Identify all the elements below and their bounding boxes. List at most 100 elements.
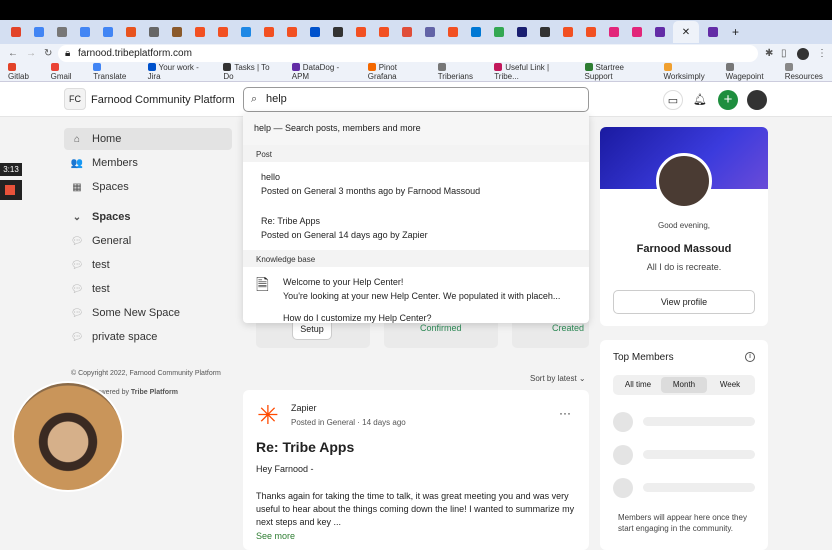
recording-timer: 3:13 xyxy=(0,163,22,176)
period-tab[interactable]: All time xyxy=(615,377,661,393)
bookmark[interactable]: Resources xyxy=(784,63,832,81)
post-author[interactable]: Zapier xyxy=(291,403,317,413)
tab-favicon-icon xyxy=(125,27,136,37)
browser-tab[interactable] xyxy=(259,25,278,39)
browser-tab[interactable] xyxy=(236,25,255,39)
bookmark[interactable]: Useful Link | Tribe... xyxy=(494,63,572,81)
browser-tab[interactable] xyxy=(121,25,140,39)
community-name[interactable]: Farnood Community Platform xyxy=(91,94,235,106)
bell-icon[interactable]: 🔔︎ xyxy=(690,90,710,110)
sidebar-item-members[interactable]: 👥 Members xyxy=(64,152,232,174)
bookmark[interactable]: DataDog - APM xyxy=(291,63,356,81)
browser-tab[interactable] xyxy=(282,25,301,39)
members-icon: 👥 xyxy=(70,157,84,169)
post-title[interactable]: Re: Tribe Apps xyxy=(256,439,354,455)
bookmark[interactable]: Pinot Grafana xyxy=(367,63,426,81)
extensions-icon[interactable]: ✱ xyxy=(765,48,773,59)
bookmark-icon xyxy=(663,63,672,71)
bookmark[interactable]: Worksimply xyxy=(663,63,714,81)
bookmark[interactable]: Gitlab xyxy=(8,63,39,81)
browser-tab[interactable] xyxy=(167,25,186,39)
user-avatar[interactable] xyxy=(747,90,767,110)
browser-tab[interactable] xyxy=(98,25,117,39)
browser-tab[interactable] xyxy=(535,25,554,39)
browser-tab[interactable] xyxy=(627,25,646,39)
sort-dropdown[interactable]: Sort by latest ⌄ xyxy=(530,374,586,383)
profile-name[interactable]: Farnood Massoud xyxy=(600,243,768,255)
browser-tab[interactable] xyxy=(397,25,416,39)
info-icon[interactable]: i xyxy=(745,352,755,362)
copyright: © Copyright 2022, Farnood Community Plat… xyxy=(71,370,221,377)
sidebar-space-item[interactable]: 💬︎ private space xyxy=(64,326,232,348)
create-button[interactable]: + xyxy=(718,90,738,110)
stop-recording-button[interactable] xyxy=(0,180,22,200)
browser-tab[interactable] xyxy=(52,25,71,39)
top-members-card: Top Members i All time Month Week Members … xyxy=(600,340,768,550)
browser-tab[interactable] xyxy=(466,25,485,39)
browser-tab[interactable] xyxy=(374,25,393,39)
search-result-article[interactable]: 🗎︎ Welcome to your Help Center! You're loo… xyxy=(243,267,589,311)
sidebar-item-home[interactable]: ⌂ Home xyxy=(64,128,232,150)
browser-tab[interactable] xyxy=(75,25,94,39)
bookmark[interactable]: Translate xyxy=(93,63,135,81)
browser-tab[interactable] xyxy=(213,25,232,39)
menu-icon[interactable]: ⋮ xyxy=(817,48,827,59)
period-tab[interactable]: Month xyxy=(661,377,707,393)
url-input[interactable]: 🔒︎ farnood.tribeplatform.com xyxy=(58,45,758,62)
search-result-post[interactable]: hello Posted on General 3 months ago by F… xyxy=(243,162,589,206)
search-input[interactable]: ⌕ help xyxy=(243,87,589,112)
view-profile-button[interactable]: View profile xyxy=(613,290,755,314)
bookmark[interactable]: Triberians xyxy=(437,63,482,81)
tab-favicon-icon xyxy=(608,27,619,37)
sidebar-space-item[interactable]: 💬︎ Some New Space xyxy=(64,302,232,324)
messages-icon[interactable]: ▭ xyxy=(663,90,683,110)
search-all-option[interactable]: help — Search posts, members and more xyxy=(243,113,589,145)
space-label: test xyxy=(92,283,110,295)
back-icon[interactable]: ← xyxy=(8,48,18,59)
kb-section-heading: Knowledge base xyxy=(243,250,589,267)
reload-icon[interactable]: ↻ xyxy=(44,48,52,59)
sidepanel-icon[interactable]: ▯ xyxy=(781,48,787,59)
active-tab[interactable]: ✕ xyxy=(673,21,699,43)
more-options-icon[interactable]: ··· xyxy=(559,406,571,420)
bookmark[interactable]: Tasks | To Do xyxy=(223,63,279,81)
close-tab-icon[interactable]: ✕ xyxy=(682,27,690,38)
tab-favicon-icon xyxy=(332,27,343,37)
browser-tab[interactable] xyxy=(328,25,347,39)
profile-avatar[interactable] xyxy=(797,47,809,60)
browser-tab[interactable] xyxy=(305,25,324,39)
forward-icon[interactable]: → xyxy=(26,48,36,59)
bookmark[interactable]: Your work - Jira xyxy=(147,63,212,81)
community-logo[interactable]: FC xyxy=(64,88,86,110)
search-result-article[interactable]: How do I customize my Help Center? xyxy=(243,311,589,323)
result-title: Welcome to your Help Center! xyxy=(283,277,404,287)
browser-tab[interactable] xyxy=(29,25,48,39)
profile-avatar-large[interactable] xyxy=(656,153,712,209)
new-tab-button[interactable]: + xyxy=(726,25,745,39)
browser-tab[interactable] xyxy=(144,25,163,39)
spaces-section-toggle[interactable]: ⌄ Spaces xyxy=(64,206,232,228)
browser-tab[interactable] xyxy=(650,25,669,39)
browser-tab[interactable] xyxy=(443,25,462,39)
browser-tab[interactable] xyxy=(351,25,370,39)
browser-tab[interactable] xyxy=(420,25,439,39)
browser-tab[interactable] xyxy=(581,25,600,39)
sidebar-item-spaces[interactable]: ▦ Spaces xyxy=(64,176,232,198)
sidebar-space-item[interactable]: 💬︎ test xyxy=(64,254,232,276)
search-result-post[interactable]: Re: Tribe Apps Posted on General 14 days … xyxy=(243,206,589,250)
bookmark-icon xyxy=(584,63,593,71)
browser-tab[interactable] xyxy=(604,25,623,39)
browser-tab[interactable] xyxy=(489,25,508,39)
bookmark[interactable]: Gmail xyxy=(50,63,82,81)
browser-tab[interactable] xyxy=(558,25,577,39)
browser-tab[interactable] xyxy=(703,25,722,39)
browser-tab[interactable] xyxy=(190,25,209,39)
bookmark[interactable]: Wagepoint xyxy=(725,63,773,81)
period-tab[interactable]: Week xyxy=(707,377,753,393)
browser-tab[interactable] xyxy=(512,25,531,39)
browser-tab[interactable] xyxy=(6,25,25,39)
sidebar-space-item[interactable]: 💬︎ test xyxy=(64,278,232,300)
sidebar-space-item[interactable]: 💬︎ General xyxy=(64,230,232,252)
tab-favicon-icon xyxy=(470,27,481,37)
bookmark[interactable]: Startree Support xyxy=(584,63,652,81)
